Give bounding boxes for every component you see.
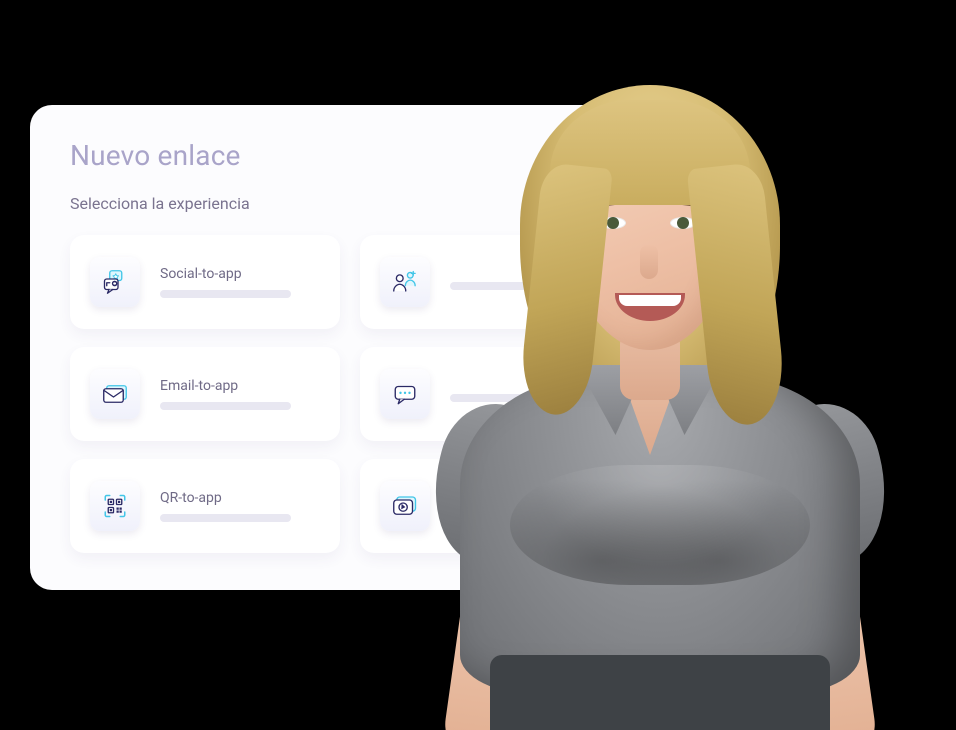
skeleton-line: [450, 282, 581, 290]
card-body: Social-to-app: [160, 266, 320, 298]
skeleton-line: [160, 514, 291, 522]
new-link-panel: Nuevo enlace Selecciona la experiencia: [30, 105, 670, 590]
card-body: Email-to-app: [160, 378, 320, 410]
experience-grid: Social-to-app: [70, 235, 630, 553]
card-body: [450, 386, 610, 402]
chat-icon: [380, 369, 430, 419]
card-label: Social-to-app: [160, 266, 320, 282]
skeleton-line: [160, 402, 291, 410]
skeleton-line: [450, 506, 581, 514]
card-referral-to-app[interactable]: [360, 235, 630, 329]
card-body: QR-to-app: [160, 490, 320, 522]
card-qr-to-app[interactable]: QR-to-app: [70, 459, 340, 553]
card-label: QR-to-app: [160, 490, 320, 506]
skeleton-line: [160, 290, 291, 298]
social-icon: [90, 257, 140, 307]
panel-subtitle: Selecciona la experiencia: [70, 194, 630, 213]
card-email-to-app[interactable]: Email-to-app: [70, 347, 340, 441]
skeleton-line: [450, 394, 581, 402]
qr-icon: [90, 481, 140, 531]
web-icon: [380, 481, 430, 531]
card-social-to-app[interactable]: Social-to-app: [70, 235, 340, 329]
card-chat-to-app[interactable]: [360, 347, 630, 441]
card-body: [450, 274, 610, 290]
card-web-to-app[interactable]: [360, 459, 630, 553]
email-icon: [90, 369, 140, 419]
card-label: Email-to-app: [160, 378, 320, 394]
panel-title: Nuevo enlace: [70, 139, 630, 172]
referral-icon: [380, 257, 430, 307]
card-body: [450, 498, 610, 514]
